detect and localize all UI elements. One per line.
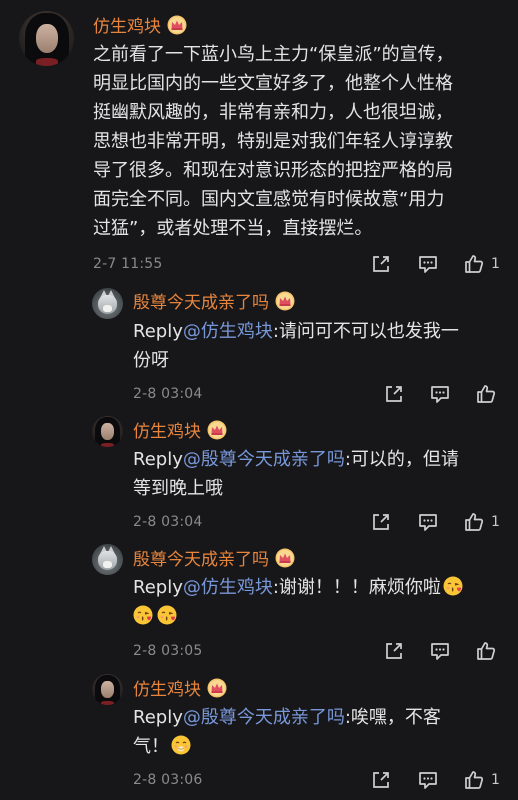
kiss-face-emoji <box>157 605 177 625</box>
kiss-face-emoji <box>443 576 463 596</box>
like-button[interactable]: 1 <box>463 769 500 791</box>
mention-link[interactable]: @殷尊今天成亲了吗 <box>183 707 345 728</box>
thumbs-up-icon <box>475 640 497 662</box>
thumbs-up-icon <box>475 383 497 405</box>
avatar[interactable] <box>92 674 123 705</box>
like-button[interactable] <box>475 383 497 405</box>
avatar[interactable] <box>92 416 123 447</box>
comment-item: 仿生鸡块 之前看了一下蓝小鸟上主力“保皇派”的宣传， 明显比国内的一些文宣好多了… <box>0 0 518 280</box>
timestamp: 2-8 03:06 <box>133 772 203 788</box>
comment-icon <box>417 511 439 533</box>
comment-text: Reply@仿生鸡块:谢谢！！！麻烦你啦 <box>133 573 508 631</box>
share-button[interactable] <box>370 769 392 791</box>
comment-icon <box>429 383 451 405</box>
mention-link[interactable]: @殷尊今天成亲了吗 <box>183 449 345 470</box>
thumbs-up-icon <box>463 769 485 791</box>
reply-item: 仿生鸡块 Reply@殷尊今天成亲了吗:唉嘿，不客 气！ 2-8 03:06 1 <box>0 670 518 800</box>
timestamp: 2-8 03:05 <box>133 643 203 659</box>
like-count: 1 <box>491 256 500 272</box>
share-icon <box>370 769 392 791</box>
reply-item: 殷尊今天成亲了吗 Reply@仿生鸡块:请问可不可以也发我一 份呀 2-8 03… <box>0 280 518 410</box>
username[interactable]: 殷尊今天成亲了吗 <box>133 288 295 313</box>
vip-crown-icon <box>275 548 295 568</box>
timestamp: 2-7 11:55 <box>93 256 163 272</box>
comment-text: Reply@殷尊今天成亲了吗:可以的，但请 等到晚上哦 <box>133 449 459 499</box>
vip-crown-icon <box>207 420 227 440</box>
comment-text: Reply@仿生鸡块:请问可不可以也发我一 份呀 <box>133 321 459 371</box>
reply-item: 殷尊今天成亲了吗 Reply@仿生鸡块:谢谢！！！麻烦你啦 2-8 03:05 <box>0 540 518 670</box>
share-button[interactable] <box>370 511 392 533</box>
share-icon <box>370 253 392 275</box>
comment-text: Reply@殷尊今天成亲了吗:唉嘿，不客 气！ <box>133 707 441 757</box>
giggle-face-emoji <box>171 735 191 755</box>
avatar[interactable] <box>92 288 123 319</box>
share-button[interactable] <box>383 383 405 405</box>
avatar[interactable] <box>19 11 74 66</box>
share-icon <box>383 383 405 405</box>
share-button[interactable] <box>370 253 392 275</box>
vip-crown-icon <box>275 291 295 311</box>
thumbs-up-icon <box>463 511 485 533</box>
reply-button[interactable] <box>417 511 439 533</box>
share-icon <box>383 640 405 662</box>
share-icon <box>370 511 392 533</box>
mention-link[interactable]: @仿生鸡块 <box>183 321 273 342</box>
reply-button[interactable] <box>429 383 451 405</box>
like-button[interactable]: 1 <box>463 511 500 533</box>
comment-icon <box>417 253 439 275</box>
username[interactable]: 仿生鸡块 <box>93 12 187 37</box>
like-button[interactable] <box>475 640 497 662</box>
reply-button[interactable] <box>417 769 439 791</box>
username[interactable]: 殷尊今天成亲了吗 <box>133 545 295 570</box>
comment-icon <box>429 640 451 662</box>
thumbs-up-icon <box>463 253 485 275</box>
share-button[interactable] <box>383 640 405 662</box>
like-count: 1 <box>491 772 500 788</box>
reply-button[interactable] <box>417 253 439 275</box>
avatar[interactable] <box>92 544 123 575</box>
kiss-face-emoji <box>133 605 153 625</box>
like-count: 1 <box>491 514 500 530</box>
like-button[interactable]: 1 <box>463 253 500 275</box>
timestamp: 2-8 03:04 <box>133 386 203 402</box>
vip-crown-icon <box>167 15 187 35</box>
reply-item: 仿生鸡块 Reply@殷尊今天成亲了吗:可以的，但请 等到晚上哦 2-8 03:… <box>0 410 518 540</box>
username[interactable]: 仿生鸡块 <box>133 675 227 700</box>
comment-icon <box>417 769 439 791</box>
comment-text: 之前看了一下蓝小鸟上主力“保皇派”的宣传， 明显比国内的一些文宣好多了，他整个人… <box>93 44 454 239</box>
mention-link[interactable]: @仿生鸡块 <box>183 577 273 598</box>
vip-crown-icon <box>207 678 227 698</box>
reply-button[interactable] <box>429 640 451 662</box>
timestamp: 2-8 03:04 <box>133 514 203 530</box>
username[interactable]: 仿生鸡块 <box>133 417 227 442</box>
